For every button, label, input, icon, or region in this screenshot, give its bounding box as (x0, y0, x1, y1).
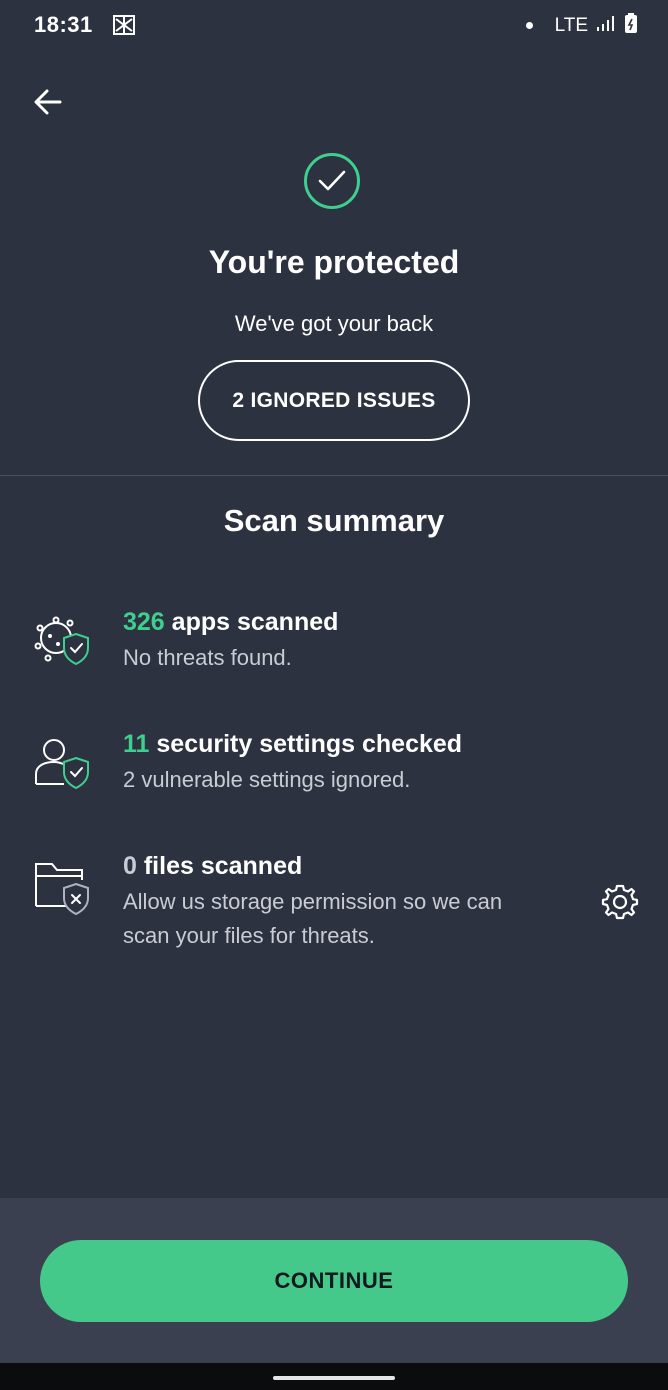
check-circle-icon (304, 153, 360, 209)
ignored-issues-button[interactable]: 2 IGNORED ISSUES (198, 360, 470, 441)
divider (0, 475, 668, 476)
arrow-left-icon (34, 89, 62, 115)
status-icons: LTE (525, 12, 638, 39)
notification-icon (113, 14, 135, 41)
summary-heading: 11 security settings checked (123, 728, 568, 760)
page-title: You're protected (208, 244, 460, 280)
summary-description: 2 vulnerable settings ignored. (123, 767, 411, 792)
summary-description: Allow us storage permission so we can sc… (123, 889, 503, 948)
folder-x-icon (30, 854, 94, 918)
status-time: 18:31 (34, 12, 93, 37)
summary-label: apps scanned (164, 608, 339, 636)
page-subtitle: We've got your back (234, 311, 434, 336)
summary-heading: 326 apps scanned (123, 606, 568, 638)
signal-icon (596, 14, 616, 37)
battery-icon (624, 12, 638, 39)
status-bar: 18:31 LTE (0, 0, 668, 52)
system-nav-bar (0, 1363, 668, 1390)
summary-label: files scanned (136, 852, 303, 880)
summary-count: 0 (123, 852, 137, 880)
continue-button[interactable]: CONTINUE (40, 1240, 628, 1322)
summary-text: 11 security settings checked 2 vulnerabl… (123, 728, 568, 797)
virus-shield-icon (30, 608, 94, 672)
home-handle[interactable] (273, 1376, 395, 1380)
summary-text: 326 apps scanned No threats found. (123, 606, 568, 675)
summary-heading: 0 files scanned (123, 850, 548, 882)
section-title: Scan summary (223, 503, 445, 538)
summary-count: 326 (123, 608, 165, 636)
user-shield-icon (30, 730, 94, 794)
storage-settings-button[interactable] (598, 880, 642, 924)
gear-icon (601, 884, 639, 920)
back-button[interactable] (26, 80, 70, 124)
summary-description: No threats found. (123, 645, 292, 670)
summary-text: 0 files scanned Allow us storage permiss… (123, 850, 548, 953)
network-label: LTE (554, 14, 588, 36)
dot-icon (525, 22, 533, 29)
summary-count: 11 (123, 730, 150, 758)
summary-label: security settings checked (149, 730, 463, 758)
